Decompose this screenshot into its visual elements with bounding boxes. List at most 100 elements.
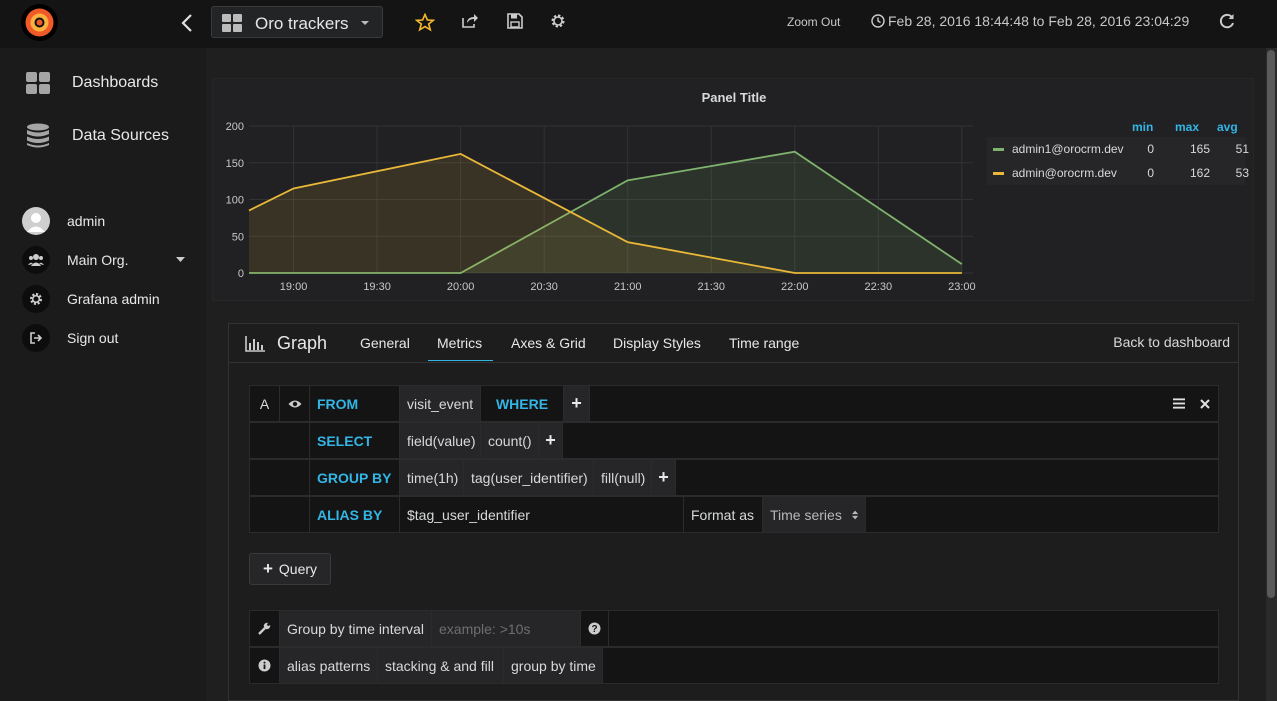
refresh-icon[interactable] [1218,12,1236,30]
remove-query-icon[interactable] [1192,386,1218,421]
options-row-help: alias patterns stacking & and fill group… [249,647,1219,684]
groupby-fill-segment[interactable]: fill(null) [594,460,652,495]
query-row-groupby: GROUP BY time(1h) tag(user_identifier) f… [249,459,1219,496]
sidebar-item-data-sources[interactable]: Data Sources [26,123,169,149]
legend-avg: 53 [1235,166,1249,180]
format-select-value: Time series [770,506,842,523]
help-group-by-time[interactable]: group by time [504,648,603,683]
grafana-logo[interactable] [21,4,58,41]
legend-min: 0 [1147,142,1154,156]
sidebar-item-label: Sign out [67,330,119,346]
query-ref-id[interactable]: A [250,386,280,421]
x-tick-label: 21:00 [614,281,642,293]
select-field-segment[interactable]: field(value) [400,423,481,458]
users-icon [22,246,50,274]
bar-chart-icon [245,336,265,352]
back-to-dashboard-link[interactable]: Back to dashboard [1113,334,1230,350]
groupby-time-segment[interactable]: time(1h) [400,460,464,495]
sidebar-item-dashboards[interactable]: Dashboards [26,72,158,94]
groupby-keyword: GROUP BY [310,460,400,495]
tab-display-styles[interactable]: Display Styles [613,335,701,351]
tab-metrics[interactable]: Metrics [428,335,494,361]
help-stacking-fill[interactable]: stacking & and fill [378,648,504,683]
sidebar-item-label: Grafana admin [67,291,160,307]
eye-icon[interactable] [280,386,310,421]
sidebar-item-label: Main Org. [67,252,129,268]
legend-header: min max avg [987,117,1245,137]
add-query-button[interactable]: + Query [249,553,331,585]
sidebar-item-main-org[interactable]: Main Org. [22,246,185,274]
dashboard-title: Oro trackers [255,14,349,33]
share-icon[interactable] [461,13,479,29]
row-spacer [250,497,310,532]
x-tick-label: 21:30 [697,281,725,293]
y-tick-label: 150 [226,158,244,170]
wrench-icon [250,611,280,646]
select-arrows-icon [851,510,858,519]
save-icon[interactable] [507,13,523,29]
top-navbar: Oro trackers Zoom Out Feb 28, 2016 18:44… [0,0,1277,48]
legend-min-header[interactable]: min [1132,120,1153,134]
gear-icon [22,285,50,313]
tab-general[interactable]: General [360,335,410,351]
add-where-button[interactable]: + [564,386,590,421]
legend-swatch[interactable] [993,172,1004,175]
x-tick-label: 19:00 [280,281,308,293]
y-tick-label: 200 [226,121,244,133]
tab-time-range[interactable]: Time range [729,335,799,351]
help-alias-patterns[interactable]: alias patterns [280,648,378,683]
scrollbar-thumb[interactable] [1267,50,1275,598]
dashboards-icon [26,72,50,94]
caret-down-icon [176,257,185,262]
line-chart[interactable]: 0 50 100 150 200 19:00 19:30 20:00 20:30 21:00 21:… [213,79,983,302]
sidebar-item-admin[interactable]: admin [22,207,105,235]
caret-down-icon [361,21,369,25]
select-function-segment[interactable]: count() [481,423,539,458]
chevron-left-icon[interactable] [178,12,198,34]
avatar [22,207,50,235]
format-as-label: Format as [684,497,763,532]
legend-avg-header[interactable]: avg [1217,120,1238,134]
gear-icon[interactable] [550,13,566,29]
legend-series-name[interactable]: admin@orocrm.dev [1012,166,1117,180]
help-icon[interactable]: ? [581,611,609,646]
legend-row: admin@orocrm.dev 0 162 53 [987,161,1249,185]
hamburger-menu-icon[interactable] [1166,386,1192,421]
from-keyword: FROM [310,386,400,421]
legend-min: 0 [1147,166,1154,180]
add-select-button[interactable]: + [539,423,563,458]
sidebar-item-sign-out[interactable]: Sign out [22,324,118,352]
select-keyword: SELECT [310,423,400,458]
measurement-segment[interactable]: visit_event [400,386,481,421]
zoom-out-button[interactable]: Zoom Out [787,15,840,29]
clock-icon [871,14,885,28]
dashboard-picker[interactable]: Oro trackers [211,6,383,38]
sidebar-item-grafana-admin[interactable]: Grafana admin [22,285,160,313]
legend-swatch[interactable] [993,148,1004,151]
interval-label: Group by time interval [280,611,432,646]
x-tick-label: 23:00 [948,281,976,293]
star-icon[interactable] [415,13,435,32]
y-tick-label: 0 [238,268,244,280]
legend-max-header[interactable]: max [1175,120,1199,134]
interval-input[interactable]: example: >10s [432,611,581,646]
add-groupby-button[interactable]: + [652,460,676,495]
sidebar-item-label: Dashboards [72,74,159,91]
side-menu: Dashboards Data Sources admin Main Org. … [0,48,206,701]
time-range-picker[interactable]: Feb 28, 2016 18:44:48 to Feb 28, 2016 23… [871,13,1189,29]
x-tick-label: 22:30 [865,281,893,293]
groupby-tag-segment[interactable]: tag(user_identifier) [464,460,594,495]
tab-axes-grid[interactable]: Axes & Grid [511,335,586,351]
alias-input[interactable]: $tag_user_identifier [400,497,684,532]
legend-avg: 51 [1235,142,1249,156]
sidebar-item-label: Data Sources [72,127,169,144]
query-row-alias: ALIAS BY $tag_user_identifier Format as … [249,496,1219,533]
format-select[interactable]: Time series [763,497,866,532]
panel-editor: Graph General Metrics Axes & Grid Displa… [228,323,1239,701]
sidebar-item-label: admin [67,213,106,229]
legend-series-name[interactable]: admin1@orocrm.dev [1012,142,1124,156]
x-tick-label: 19:30 [363,281,391,293]
row-spacer [250,460,310,495]
x-tick-label: 20:30 [530,281,558,293]
database-icon [27,123,49,148]
